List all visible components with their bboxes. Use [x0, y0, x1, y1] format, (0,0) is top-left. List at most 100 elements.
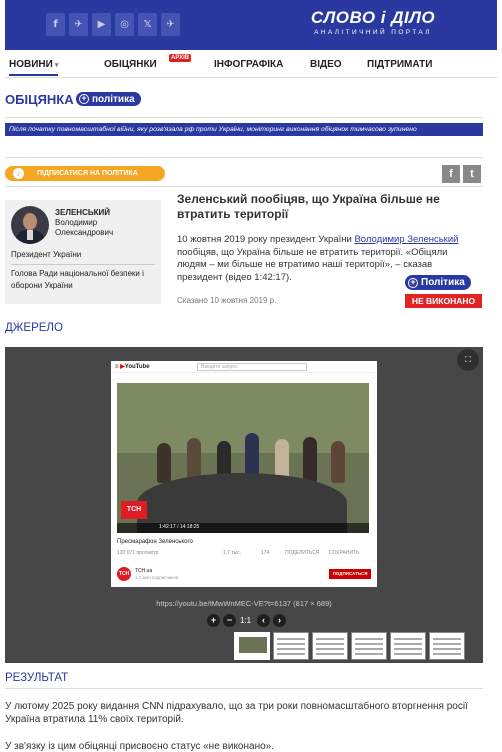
logo-text: СЛОВО і ДІЛО: [310, 8, 436, 27]
patronymic: Олександрович: [55, 228, 114, 237]
surname: ЗЕЛЕНСЬКИЙ: [55, 208, 110, 217]
subscribe-button[interactable]: ♪ ПІДПИСАТИСЯ НА ПОЛІТИКА: [5, 166, 165, 181]
chevron-down-icon: ▾: [54, 62, 59, 69]
twitter-share-icon[interactable]: t: [463, 165, 481, 183]
thumbnail-line: [316, 638, 344, 640]
nav-video[interactable]: ВІДЕО: [310, 59, 342, 70]
thumbnail-line: [316, 653, 344, 655]
youtube-subscribe: ПОДПИСАТЬСЯ: [329, 569, 371, 579]
x-icon[interactable]: 𝕏: [138, 13, 157, 36]
facebook-share-icon[interactable]: f: [442, 165, 460, 183]
youtube-logo: ≡ ▶YouTube: [115, 364, 150, 370]
politician-card[interactable]: ЗЕЛЕНСЬКИЙ Володимир Олександрович Прези…: [5, 200, 161, 304]
thumbnail-strip: [234, 632, 465, 660]
archive-badge: АРХІВ: [169, 54, 192, 62]
video-time: 1:42:17 / 14:18:25: [159, 524, 200, 530]
divider: [5, 186, 483, 187]
nav-promises[interactable]: ОБІЦЯНКИ: [104, 59, 157, 70]
view-count: 120 071 просмотр: [117, 550, 159, 556]
thumbnail-line: [355, 638, 383, 640]
thumbnail[interactable]: [234, 632, 270, 660]
next-image-button[interactable]: ›: [273, 614, 286, 627]
video-background: [117, 383, 369, 453]
thumbnail-line: [316, 643, 344, 645]
save-label: СОХРАНИТЬ: [329, 550, 360, 556]
thumbnail-line: [394, 648, 422, 650]
thumbnail-line: [394, 653, 422, 655]
fullscreen-icon[interactable]: ⛶: [457, 349, 479, 371]
divider: [5, 117, 483, 118]
instagram-icon[interactable]: ◎: [115, 13, 134, 36]
thumbnail-line: [433, 638, 461, 640]
politician-link[interactable]: Володимир Зеленський: [354, 234, 458, 245]
plus-icon: +: [408, 277, 418, 288]
result-paragraph: У лютому 2025 року видання CNN підрахува…: [5, 701, 468, 725]
thumbnail-line: [433, 643, 461, 645]
avatar-shirt: [27, 230, 33, 240]
source-screenshot[interactable]: ≡ ▶YouTube Введите запрос ТСН 1:42:17 / …: [111, 361, 377, 587]
person-figure: [157, 443, 171, 483]
share-label: ПОДЕЛИТЬСЯ: [285, 550, 320, 556]
first-name: Володимир: [55, 218, 98, 227]
thumbnail-line: [316, 648, 344, 650]
prev-image-button[interactable]: ‹: [257, 614, 270, 627]
thumbnail-line: [433, 653, 461, 655]
nav-infographics[interactable]: ІНФОГРАФІКА: [214, 59, 283, 70]
divider: [5, 688, 483, 689]
category-tag[interactable]: + політика: [76, 92, 141, 106]
thumbnail-line: [355, 648, 383, 650]
thumbnail-line: [394, 638, 422, 640]
nav-news-label: НОВИНИ: [9, 59, 53, 70]
thumbnail[interactable]: [351, 632, 387, 660]
politics-tag-label: Політика: [421, 277, 465, 288]
thumbnail[interactable]: [273, 632, 309, 660]
zoom-level[interactable]: 1:1: [240, 614, 251, 627]
politics-tag[interactable]: + Політика: [405, 275, 471, 290]
thumbnail-line: [355, 653, 383, 655]
divider: [5, 157, 483, 158]
youtube-logo-text: YouTube: [124, 364, 150, 370]
video-controls: 1:42:17 / 14:18:25: [117, 523, 369, 533]
thumbnail-line: [277, 638, 305, 640]
promise-title: Зеленський пообіцяв, що Україна більше н…: [177, 192, 440, 221]
thumbnail-line: [277, 648, 305, 650]
youtube-icon[interactable]: ▶: [92, 13, 111, 36]
politician-name[interactable]: ЗЕЛЕНСЬКИЙ Володимир Олександрович: [55, 208, 155, 238]
nav-support[interactable]: ПІДТРИМАТИ: [367, 59, 432, 70]
result-paragraph: У зв'язку із цим обіцянці присвоєно стат…: [5, 741, 274, 752]
avatar-head: [23, 213, 37, 230]
promise-body-text: 10 жовтня 2019 року президент України: [177, 234, 355, 245]
bell-icon: ♪: [13, 168, 24, 179]
telegram-channel-icon[interactable]: ✈: [161, 13, 180, 36]
status-badge: НЕ ВИКОНАНО: [405, 294, 482, 308]
nav-news[interactable]: НОВИНИ ▾: [9, 59, 59, 76]
social-links: f ✈ ▶ ◎ 𝕏 ✈: [46, 13, 180, 36]
zoom-out-button[interactable]: −: [223, 614, 236, 627]
site-header: f ✈ ▶ ◎ 𝕏 ✈ СЛОВО і ДІЛО АНАЛІТИЧНИЙ ПОР…: [5, 0, 497, 50]
logo-subtitle: АНАЛІТИЧНИЙ ПОРТАЛ: [314, 29, 432, 36]
site-logo[interactable]: СЛОВО і ДІЛО АНАЛІТИЧНИЙ ПОРТАЛ: [308, 8, 438, 37]
page-title: ОБІЦЯНКА: [5, 92, 74, 107]
person-figure: [303, 437, 317, 483]
thumbnail[interactable]: [312, 632, 348, 660]
tsn-logo: ТСН: [121, 501, 147, 519]
politician-role-secondary: Голова Ради національної безпеки і оборо…: [11, 269, 144, 290]
youtube-topbar: ≡ ▶YouTube Введите запрос: [111, 361, 377, 373]
avatar: [11, 206, 49, 244]
source-heading: ДЖЕРЕЛО: [5, 322, 63, 334]
source-image-viewer[interactable]: ⛶ ≡ ▶YouTube Введите запрос ТСН 1:42:17 …: [5, 347, 483, 663]
video-title: Пресмарафон Зеленського: [117, 539, 193, 545]
like-count: 1,7 тыс.: [223, 550, 242, 556]
channel-avatar: ТСН: [117, 567, 131, 581]
telegram-icon[interactable]: ✈: [69, 13, 88, 36]
facebook-icon[interactable]: f: [46, 13, 65, 36]
thumbnail-line: [277, 653, 305, 655]
thumbnail[interactable]: [390, 632, 426, 660]
politician-role: Президент України: [11, 250, 82, 259]
zoom-in-button[interactable]: +: [207, 614, 220, 627]
thumbnail-image: [239, 637, 267, 653]
image-caption: https://youtu.be/tMwWnMEC-VE?t=6137 (817…: [156, 599, 332, 608]
thumbnail[interactable]: [429, 632, 465, 660]
thumbnail-line: [355, 643, 383, 645]
category-tag-label: політика: [92, 93, 135, 105]
